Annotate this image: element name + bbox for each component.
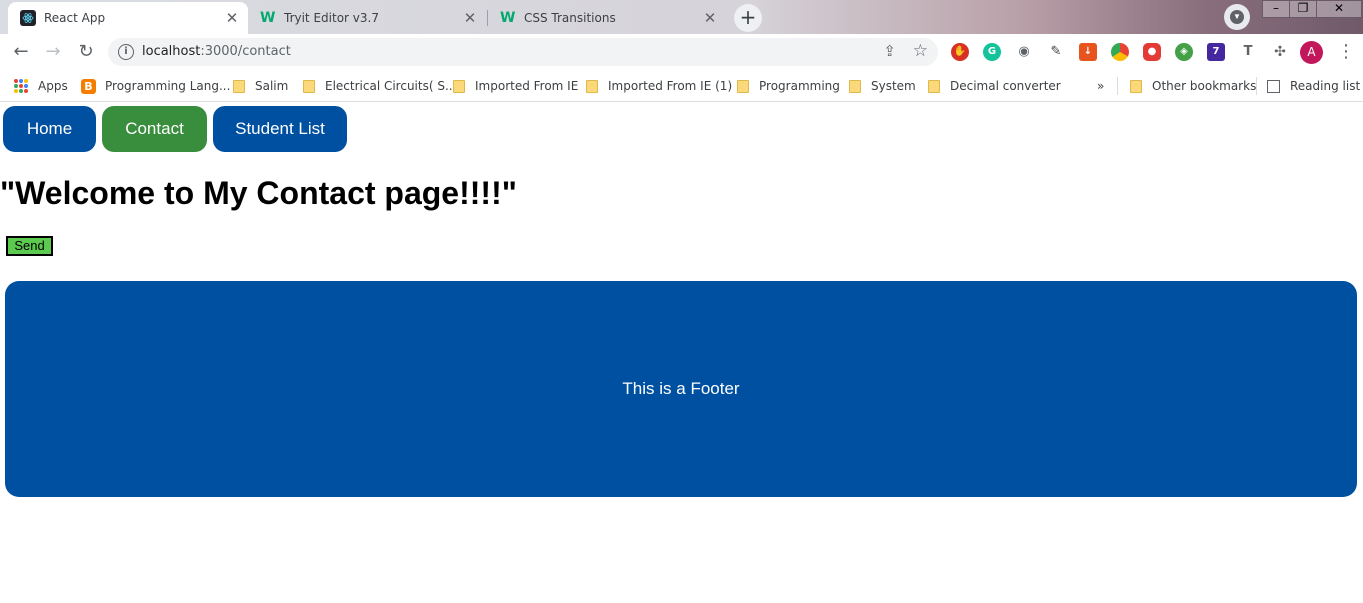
camera-extension-icon[interactable]: ◉ [1015, 43, 1033, 61]
reading-list-icon [1267, 79, 1280, 93]
minimize-button[interactable]: – [1262, 0, 1290, 18]
tab-title: React App [44, 11, 106, 25]
download-extension-icon[interactable]: ↓ [1079, 43, 1097, 61]
close-tab-icon[interactable]: ✕ [702, 10, 718, 26]
more-bookmarks-chevron-icon[interactable]: » [1097, 76, 1104, 96]
new-tab-button[interactable]: + [734, 4, 762, 32]
url-path: :3000/contact [200, 44, 291, 59]
page-title: "Welcome to My Contact page!!!!" [0, 175, 517, 211]
close-tab-icon[interactable]: ✕ [224, 10, 240, 26]
extensions-puzzle-icon[interactable]: ✣ [1271, 43, 1289, 61]
bookmark-imported-from-ie[interactable]: Imported From IE [453, 76, 578, 96]
bookmark-imported-from-ie-1[interactable]: Imported From IE (1) [586, 76, 732, 96]
apps-grid-icon [14, 79, 28, 93]
reading-list-label: Reading list [1290, 79, 1361, 93]
bookmark-label: Programming Lang... [105, 79, 231, 93]
bookmarks-bar: Apps B Programming Lang... Salim Electri… [0, 70, 1363, 102]
page-footer: This is a Footer [5, 281, 1357, 497]
send-button[interactable]: Send [6, 236, 53, 256]
nav-link-home[interactable]: Home [3, 106, 96, 152]
tab-title: Tryit Editor v3.7 [284, 11, 379, 25]
more-menu-icon[interactable]: ⋮ [1337, 42, 1355, 62]
globe-extension-icon[interactable]: ◈ [1175, 43, 1193, 61]
screen-recorder-extension-icon[interactable]: ● [1143, 43, 1161, 61]
url-host: localhost [142, 44, 201, 59]
bookmark-label: Programming [759, 79, 840, 93]
w3schools-icon: W [260, 10, 276, 26]
site-info-icon[interactable]: i [118, 44, 134, 60]
bookmark-label: Apps [38, 79, 68, 93]
tab-title: CSS Transitions [524, 11, 616, 25]
bookmark-label: Salim [255, 79, 289, 93]
folder-icon [303, 79, 315, 93]
bookmark-label: Imported From IE [475, 79, 579, 93]
browser-tab-strip: React App ✕ W Tryit Editor v3.7 ✕ W CSS … [0, 0, 1363, 34]
chevron-down-icon: ▼ [1230, 10, 1244, 24]
close-window-button[interactable]: ✕ [1316, 0, 1362, 18]
tab-search-button[interactable]: ▼ [1224, 4, 1250, 30]
bookmark-divider [1117, 77, 1118, 95]
bookmark-programming-lang[interactable]: B Programming Lang... [81, 76, 230, 96]
footer-text: This is a Footer [622, 379, 740, 398]
bookmark-other-bookmarks[interactable]: Other bookmarks [1130, 76, 1256, 96]
nav-link-contact[interactable]: Contact [102, 106, 207, 152]
react-icon [20, 10, 36, 26]
extension-badge: 7 [1212, 46, 1220, 57]
bookmark-divider [1256, 77, 1257, 95]
folder-icon [586, 79, 598, 93]
share-icon[interactable]: ⇪ [883, 42, 896, 60]
folder-icon [737, 79, 749, 93]
bookmark-programming[interactable]: Programming [737, 76, 840, 96]
bookmark-label: Electrical Circuits( S... [325, 79, 457, 93]
bookmark-electrical-circuits[interactable]: Electrical Circuits( S... [303, 76, 456, 96]
bookmark-label: Decimal converter [950, 79, 1061, 93]
bookmark-system[interactable]: System [849, 76, 916, 96]
bookmark-label: Other bookmarks [1152, 79, 1257, 93]
eyedropper-extension-icon[interactable]: ✎ [1047, 43, 1065, 61]
tab-tryit-editor[interactable]: W Tryit Editor v3.7 ✕ [248, 2, 486, 34]
folder-icon [233, 79, 245, 93]
folder-icon [928, 79, 940, 93]
nav-link-student-list[interactable]: Student List [213, 106, 347, 152]
bookmark-apps[interactable]: Apps [14, 76, 68, 96]
diamond-extension-icon[interactable]: 7 [1207, 43, 1225, 61]
bookmark-label: System [871, 79, 916, 93]
color-picker-extension-icon[interactable] [1111, 43, 1129, 61]
close-tab-icon[interactable]: ✕ [462, 10, 478, 26]
page-viewport: Home Contact Student List "Welcome to My… [0, 103, 1363, 603]
folder-icon [1130, 79, 1142, 93]
text-extension-icon[interactable]: T [1239, 43, 1257, 61]
forward-arrow-icon[interactable]: → [41, 41, 65, 63]
address-bar[interactable]: i localhost:3000/contact ⇪ ☆ [108, 38, 938, 66]
grammarly-extension-icon[interactable]: G [983, 43, 1001, 61]
restore-button[interactable]: ❐ [1289, 0, 1317, 18]
adblock-extension-icon[interactable]: ✋ [951, 43, 969, 61]
back-arrow-icon[interactable]: ← [9, 41, 33, 63]
folder-icon [849, 79, 861, 93]
bookmark-label: Imported From IE (1) [608, 79, 733, 93]
reading-list-button[interactable]: Reading list [1267, 76, 1360, 96]
folder-icon [453, 79, 465, 93]
bookmark-star-icon[interactable]: ☆ [913, 41, 928, 61]
browser-toolbar: ← → ↻ i localhost:3000/contact ⇪ ☆ ✋ G ◉… [0, 34, 1363, 70]
tab-css-transitions[interactable]: W CSS Transitions ✕ [488, 2, 726, 34]
profile-avatar[interactable]: A [1300, 41, 1323, 64]
blogger-icon: B [81, 78, 96, 94]
tab-react-app[interactable]: React App ✕ [8, 2, 248, 34]
w3schools-icon: W [500, 10, 516, 26]
bookmark-salim[interactable]: Salim [233, 76, 288, 96]
bookmark-decimal-converter[interactable]: Decimal converter [928, 76, 1061, 96]
reload-icon[interactable]: ↻ [74, 41, 98, 63]
url-text[interactable]: localhost:3000/contact [142, 44, 291, 59]
